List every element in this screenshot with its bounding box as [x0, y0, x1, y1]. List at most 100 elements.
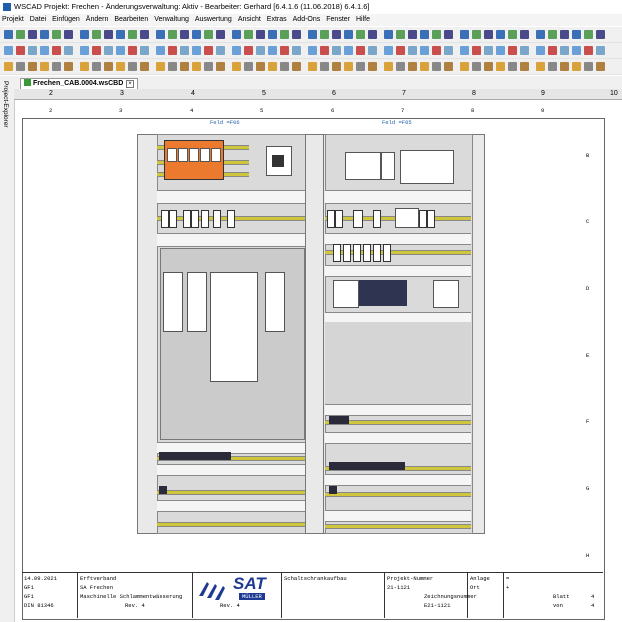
toolbar-button-icon[interactable]	[156, 46, 165, 55]
toolbar-button-icon[interactable]	[344, 30, 353, 39]
toolbar-button-icon[interactable]	[104, 30, 113, 39]
toolbar-button-icon[interactable]	[168, 62, 177, 71]
toolbar-button-icon[interactable]	[356, 46, 365, 55]
terminal[interactable]	[183, 210, 191, 228]
toolbar-button-icon[interactable]	[64, 62, 73, 71]
menu-bearbeiten[interactable]: Bearbeiten	[114, 14, 148, 26]
toolbar-button-icon[interactable]	[584, 62, 593, 71]
toolbar-button-icon[interactable]	[444, 46, 453, 55]
toolbar-button-icon[interactable]	[332, 46, 341, 55]
toolbar-button-icon[interactable]	[40, 46, 49, 55]
toolbar-button-icon[interactable]	[28, 62, 37, 71]
menu-addons[interactable]: Add-Ons	[293, 14, 321, 26]
toolbar-button-icon[interactable]	[116, 62, 125, 71]
toolbar-button-icon[interactable]	[28, 46, 37, 55]
toolbar-button-icon[interactable]	[128, 30, 137, 39]
toolbar-button-icon[interactable]	[408, 62, 417, 71]
toolbar-button-icon[interactable]	[584, 46, 593, 55]
menu-aendern[interactable]: Ändern	[86, 14, 109, 26]
toolbar-button-icon[interactable]	[256, 62, 265, 71]
terminal[interactable]	[227, 210, 235, 228]
device[interactable]	[345, 152, 381, 180]
toolbar-button-icon[interactable]	[344, 62, 353, 71]
toolbar-button-icon[interactable]	[384, 46, 393, 55]
vfd-module[interactable]	[163, 272, 183, 332]
menu-einfuegen[interactable]: Einfügen	[52, 14, 80, 26]
toolbar-button-icon[interactable]	[104, 46, 113, 55]
toolbar-button-icon[interactable]	[204, 30, 213, 39]
breaker[interactable]	[211, 148, 221, 162]
toolbar-button-icon[interactable]	[192, 62, 201, 71]
toolbar-button-icon[interactable]	[192, 30, 201, 39]
menu-hilfe[interactable]: Hilfe	[356, 14, 370, 26]
toolbar-button-icon[interactable]	[420, 46, 429, 55]
toolbar-button-icon[interactable]	[4, 62, 13, 71]
toolbar-button-icon[interactable]	[4, 30, 13, 39]
toolbar-button-icon[interactable]	[140, 46, 149, 55]
toolbar-button-icon[interactable]	[484, 30, 493, 39]
toolbar-button-icon[interactable]	[460, 30, 469, 39]
toolbar-button-icon[interactable]	[180, 62, 189, 71]
toolbar-button-icon[interactable]	[268, 30, 277, 39]
toolbar-button-icon[interactable]	[536, 46, 545, 55]
toolbar-button-icon[interactable]	[432, 62, 441, 71]
toolbar-button-icon[interactable]	[16, 30, 25, 39]
breaker[interactable]	[200, 148, 210, 162]
project-explorer-panel[interactable]: Project-Explorer	[0, 76, 15, 622]
toolbar-button-icon[interactable]	[384, 62, 393, 71]
terminal-strip[interactable]	[329, 416, 349, 424]
drawing-canvas[interactable]: 2 3 4 5 6 7 8 9 B C D E F G H Feld =F06 …	[15, 100, 619, 622]
vfd-module[interactable]	[265, 272, 285, 332]
toolbar-button-icon[interactable]	[356, 62, 365, 71]
toolbar-button-icon[interactable]	[16, 46, 25, 55]
toolbar-button-icon[interactable]	[508, 62, 517, 71]
terminal[interactable]	[353, 210, 363, 228]
toolbar-button-icon[interactable]	[432, 30, 441, 39]
toolbar-button-icon[interactable]	[180, 30, 189, 39]
toolbar-button-icon[interactable]	[156, 62, 165, 71]
toolbar-button-icon[interactable]	[520, 30, 529, 39]
toolbar-button-icon[interactable]	[256, 30, 265, 39]
toolbar-button-icon[interactable]	[64, 46, 73, 55]
toolbar-button-icon[interactable]	[80, 46, 89, 55]
toolbar-button-icon[interactable]	[232, 62, 241, 71]
vfd-module[interactable]	[187, 272, 207, 332]
terminal[interactable]	[327, 210, 335, 228]
toolbar-button-icon[interactable]	[320, 46, 329, 55]
toolbar-button-icon[interactable]	[292, 30, 301, 39]
toolbar-button-icon[interactable]	[536, 62, 545, 71]
terminal[interactable]	[213, 210, 221, 228]
terminal[interactable]	[373, 244, 381, 262]
breaker[interactable]	[167, 148, 177, 162]
toolbar-button-icon[interactable]	[396, 46, 405, 55]
toolbar-button-icon[interactable]	[232, 46, 241, 55]
toolbar-button-icon[interactable]	[140, 30, 149, 39]
toolbar-button-icon[interactable]	[432, 46, 441, 55]
toolbar-button-icon[interactable]	[396, 30, 405, 39]
toolbar-button-icon[interactable]	[484, 46, 493, 55]
plc-module[interactable]	[333, 280, 359, 308]
toolbar-button-icon[interactable]	[92, 30, 101, 39]
terminal[interactable]	[353, 244, 361, 262]
menu-fenster[interactable]: Fenster	[326, 14, 350, 26]
toolbar-button-icon[interactable]	[216, 46, 225, 55]
toolbar-button-icon[interactable]	[472, 62, 481, 71]
toolbar-button-icon[interactable]	[472, 46, 481, 55]
toolbar-button-icon[interactable]	[204, 46, 213, 55]
toolbar-button-icon[interactable]	[268, 46, 277, 55]
toolbar-button-icon[interactable]	[444, 30, 453, 39]
toolbar-button-icon[interactable]	[460, 62, 469, 71]
toolbar-button-icon[interactable]	[484, 62, 493, 71]
terminal[interactable]	[335, 210, 343, 228]
plc-io-cards[interactable]	[359, 280, 407, 306]
device[interactable]	[381, 152, 395, 180]
toolbar-button-icon[interactable]	[496, 30, 505, 39]
terminal-strip[interactable]	[159, 486, 167, 494]
toolbar-button-icon[interactable]	[232, 30, 241, 39]
toolbar-button-icon[interactable]	[496, 46, 505, 55]
toolbar-button-icon[interactable]	[52, 46, 61, 55]
toolbar-button-icon[interactable]	[216, 30, 225, 39]
toolbar-button-icon[interactable]	[92, 46, 101, 55]
toolbar-button-icon[interactable]	[548, 46, 557, 55]
toolbar-button-icon[interactable]	[216, 62, 225, 71]
